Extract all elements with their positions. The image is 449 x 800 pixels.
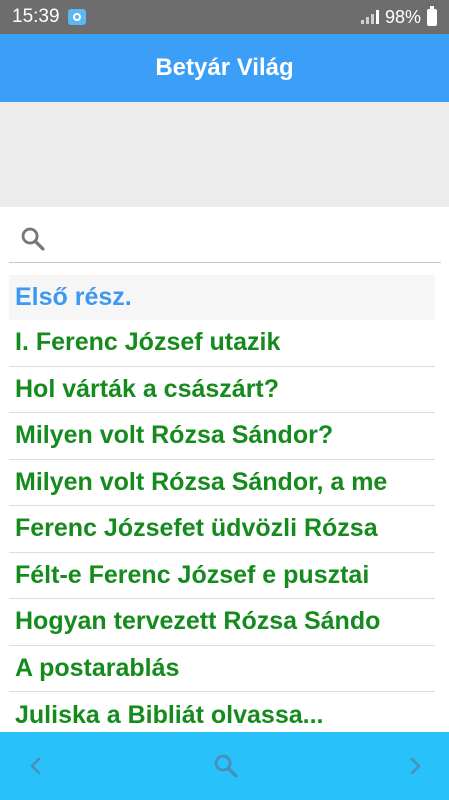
search-icon	[214, 754, 238, 778]
app-title: Betyár Világ	[155, 54, 294, 81]
bottom-toolbar	[0, 732, 449, 800]
list-item[interactable]: Félt-e Ferenc József e pusztai	[9, 553, 435, 599]
app-bar: Betyár Világ	[0, 34, 449, 102]
list-item[interactable]: Ferenc Józsefet üdvözli Rózsa	[9, 506, 435, 553]
status-left: 15:39	[12, 6, 86, 28]
signal-icon	[360, 10, 379, 24]
banner-area	[0, 102, 449, 207]
chapter-list: Első rész. I. Ferenc József utazik Hol v…	[9, 275, 435, 732]
battery-percentage: 98%	[384, 6, 421, 27]
status-right: 98%	[360, 5, 437, 28]
search-button[interactable]	[212, 752, 240, 780]
list-item[interactable]: Milyen volt Rózsa Sándor?	[9, 413, 435, 460]
list-item[interactable]: A postarablás	[9, 646, 435, 692]
chevron-left-icon	[30, 757, 41, 775]
list-item[interactable]: I. Ferenc József utazik	[9, 320, 435, 367]
search-icon[interactable]	[19, 225, 47, 258]
search-input[interactable]	[57, 226, 441, 256]
status-bar: 15:39 98%	[0, 0, 449, 34]
chevron-right-icon	[410, 757, 421, 775]
list-item[interactable]: Hogyan tervezett Rózsa Sándo	[9, 599, 435, 646]
status-time: 15:39	[12, 6, 60, 27]
screenshot-icon	[67, 9, 86, 25]
battery-icon	[427, 5, 437, 26]
back-button[interactable]	[22, 752, 50, 780]
list-item[interactable]: Juliska a Bibliát olvassa...	[9, 692, 435, 732]
list-item[interactable]: Hol várták a császárt?	[9, 367, 435, 413]
search-bar[interactable]	[9, 220, 441, 263]
forward-button[interactable]	[401, 752, 429, 780]
list-item[interactable]: Milyen volt Rózsa Sándor, a me	[9, 460, 435, 506]
section-header: Első rész.	[9, 275, 435, 320]
